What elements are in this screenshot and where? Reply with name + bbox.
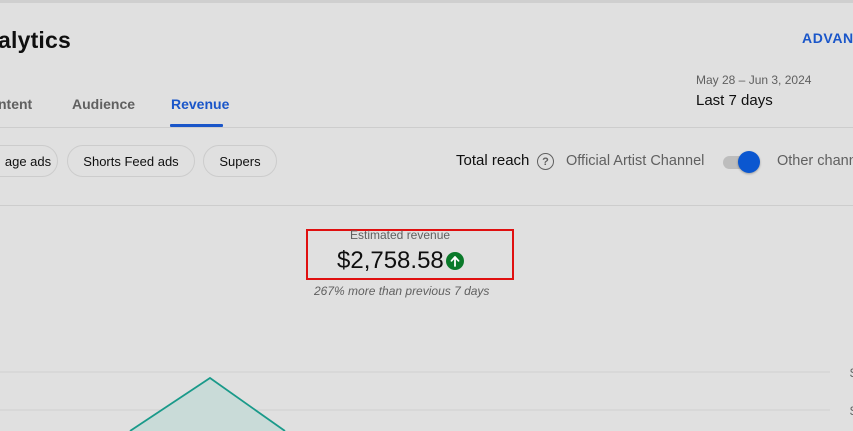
chip-page-ads[interactable]: age ads <box>0 145 58 177</box>
arrow-up-icon <box>446 252 464 270</box>
date-period-text: Last 7 days <box>696 92 773 109</box>
official-artist-channel-label: Official Artist Channel <box>566 153 705 169</box>
metric-value: $2,758.58 <box>337 247 444 274</box>
date-range-text: May 28 – Jun 3, 2024 <box>696 73 812 87</box>
help-icon[interactable]: ? <box>537 153 554 170</box>
metric-comparison: 267% more than previous 7 days <box>314 284 490 298</box>
toggle-thumb <box>738 151 760 173</box>
total-reach-label: Total reach <box>456 152 530 169</box>
chip-shorts-feed-ads[interactable]: Shorts Feed ads <box>67 145 195 177</box>
filters-divider <box>0 205 853 206</box>
official-channel-toggle[interactable] <box>723 151 761 173</box>
tab-audience[interactable]: Audience <box>72 96 135 112</box>
metric-label: Estimated revenue <box>350 228 451 242</box>
tab-revenue[interactable]: Revenue <box>171 96 229 112</box>
page-title: alytics <box>0 27 72 53</box>
top-shadow-line <box>0 0 853 3</box>
tabs-divider <box>0 127 853 128</box>
tab-content[interactable]: ntent <box>0 96 32 112</box>
advanced-mode-link[interactable]: ADVANC <box>802 30 853 46</box>
revenue-chart <box>0 371 830 431</box>
chart-area <box>130 378 285 431</box>
other-channels-label: Other chann <box>777 153 853 169</box>
chip-supers[interactable]: Supers <box>203 145 277 177</box>
